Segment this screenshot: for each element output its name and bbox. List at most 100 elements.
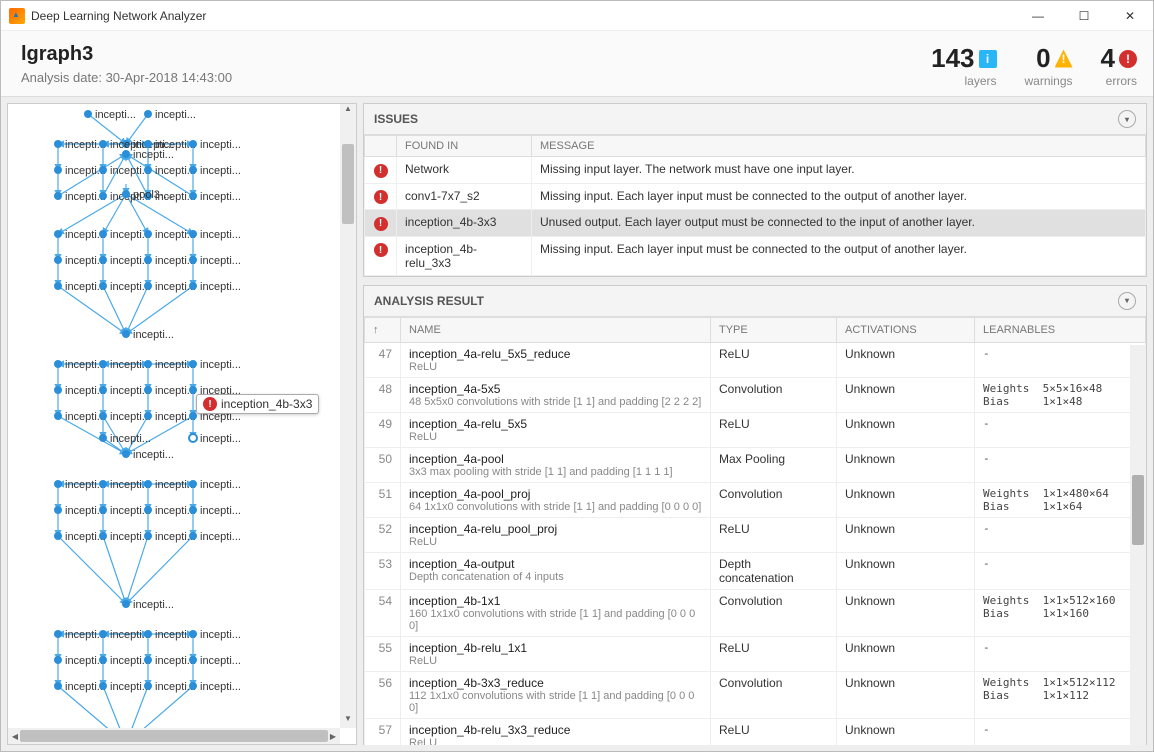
graph-node[interactable] (144, 506, 152, 514)
graph-node[interactable] (54, 230, 62, 238)
graph-node[interactable] (189, 140, 197, 148)
graph-node[interactable] (54, 192, 62, 200)
graph-node[interactable] (54, 656, 62, 664)
graph-node[interactable] (189, 434, 197, 442)
graph-node[interactable] (189, 630, 197, 638)
graph-node[interactable] (189, 256, 197, 264)
issue-row[interactable]: ! inception_4b-3x3 Unused output. Each l… (365, 210, 1146, 237)
graph-node[interactable] (99, 682, 107, 690)
graph-node[interactable] (99, 282, 107, 290)
network-graph-svg[interactable]: incepti...incepti...incepti...incepti...… (8, 104, 342, 744)
result-row[interactable]: 51 inception_4a-pool_proj64 1x1x0 convol… (365, 482, 1146, 517)
result-col-name[interactable]: NAME (401, 317, 711, 342)
graph-node[interactable] (144, 110, 152, 118)
graph-node[interactable] (144, 480, 152, 488)
graph-node[interactable] (144, 412, 152, 420)
graph-node[interactable] (99, 360, 107, 368)
graph-vertical-scrollbar[interactable]: ▲ ▼ (340, 104, 356, 728)
graph-node[interactable] (99, 532, 107, 540)
graph-node[interactable] (144, 386, 152, 394)
graph-node[interactable] (144, 360, 152, 368)
graph-node[interactable] (99, 630, 107, 638)
graph-node[interactable] (99, 506, 107, 514)
result-row[interactable]: 56 inception_4b-3x3_reduce112 1x1x0 conv… (365, 671, 1146, 718)
issues-col-message[interactable]: MESSAGE (532, 136, 1146, 157)
graph-horizontal-scrollbar[interactable]: ◀ ▶ (8, 728, 340, 744)
graph-node[interactable] (144, 140, 152, 148)
collapse-button[interactable]: ▾ (1118, 110, 1136, 128)
graph-node[interactable] (54, 532, 62, 540)
graph-node[interactable] (122, 600, 130, 608)
result-row[interactable]: 52 inception_4a-relu_pool_projReLU ReLU … (365, 517, 1146, 552)
close-button[interactable]: ✕ (1107, 1, 1153, 31)
graph-node[interactable] (99, 256, 107, 264)
result-row[interactable]: 54 inception_4b-1x1160 1x1x0 convolution… (365, 589, 1146, 636)
result-vertical-scrollbar[interactable] (1130, 345, 1146, 746)
graph-node[interactable] (144, 532, 152, 540)
network-graph-pane[interactable]: incepti...incepti...incepti...incepti...… (7, 103, 357, 745)
graph-selected-callout[interactable]: ! inception_4b-3x3 (196, 394, 319, 414)
graph-node[interactable] (54, 480, 62, 488)
graph-node[interactable] (54, 166, 62, 174)
issue-row[interactable]: ! conv1-7x7_s2 Missing input. Each layer… (365, 183, 1146, 210)
scrollbar-thumb[interactable] (1132, 475, 1144, 545)
graph-node[interactable] (99, 656, 107, 664)
graph-node[interactable] (99, 192, 107, 200)
result-col-activations[interactable]: ACTIVATIONS (837, 317, 975, 342)
graph-node[interactable] (122, 330, 130, 338)
result-row[interactable]: 53 inception_4a-outputDepth concatenatio… (365, 552, 1146, 589)
result-row[interactable]: 47 inception_4a-relu_5x5_reduceReLU ReLU… (365, 342, 1146, 377)
graph-node[interactable] (54, 630, 62, 638)
result-row[interactable]: 50 inception_4a-pool3x3 max pooling with… (365, 447, 1146, 482)
graph-node[interactable] (99, 386, 107, 394)
graph-node[interactable] (144, 630, 152, 638)
graph-node[interactable] (144, 656, 152, 664)
result-row[interactable]: 57 inception_4b-relu_3x3_reduceReLU ReLU… (365, 718, 1146, 745)
scrollbar-thumb[interactable] (342, 144, 354, 224)
collapse-button[interactable]: ▾ (1118, 292, 1136, 310)
graph-node[interactable] (189, 480, 197, 488)
graph-node[interactable] (189, 682, 197, 690)
graph-node[interactable] (54, 360, 62, 368)
graph-node[interactable] (122, 190, 130, 198)
graph-node[interactable] (189, 360, 197, 368)
graph-node[interactable] (54, 412, 62, 420)
result-col-idx[interactable]: ↑ (365, 317, 401, 342)
graph-node[interactable] (54, 506, 62, 514)
graph-node[interactable] (99, 140, 107, 148)
graph-node[interactable] (189, 166, 197, 174)
result-col-type[interactable]: TYPE (711, 317, 837, 342)
graph-node[interactable] (99, 412, 107, 420)
issue-row[interactable]: ! inception_4b-relu_3x3 Missing input. E… (365, 236, 1146, 275)
result-col-learnables[interactable]: LEARNABLES (975, 317, 1146, 342)
graph-node[interactable] (99, 166, 107, 174)
result-row[interactable]: 55 inception_4b-relu_1x1ReLU ReLU Unknow… (365, 636, 1146, 671)
graph-node[interactable] (122, 450, 130, 458)
graph-node[interactable] (122, 150, 130, 158)
graph-node[interactable] (189, 230, 197, 238)
maximize-button[interactable]: ☐ (1061, 1, 1107, 31)
graph-node[interactable] (54, 386, 62, 394)
graph-node[interactable] (99, 480, 107, 488)
result-row[interactable]: 48 inception_4a-5x548 5x5x0 convolutions… (365, 377, 1146, 412)
issue-row[interactable]: ! Network Missing input layer. The netwo… (365, 157, 1146, 184)
graph-node[interactable] (99, 434, 107, 442)
graph-node[interactable] (54, 140, 62, 148)
graph-node[interactable] (189, 386, 197, 394)
graph-node[interactable] (144, 230, 152, 238)
graph-node[interactable] (144, 682, 152, 690)
scrollbar-thumb[interactable] (20, 730, 328, 742)
issues-col-foundin[interactable]: FOUND IN (397, 136, 532, 157)
graph-node[interactable] (189, 192, 197, 200)
graph-node[interactable] (84, 110, 92, 118)
graph-node[interactable] (144, 256, 152, 264)
graph-node[interactable] (54, 682, 62, 690)
graph-node[interactable] (144, 282, 152, 290)
graph-node[interactable] (189, 412, 197, 420)
minimize-button[interactable]: — (1015, 1, 1061, 31)
graph-node[interactable] (189, 656, 197, 664)
result-row[interactable]: 49 inception_4a-relu_5x5ReLU ReLU Unknow… (365, 412, 1146, 447)
graph-node[interactable] (189, 532, 197, 540)
graph-node[interactable] (144, 166, 152, 174)
graph-node[interactable] (54, 256, 62, 264)
